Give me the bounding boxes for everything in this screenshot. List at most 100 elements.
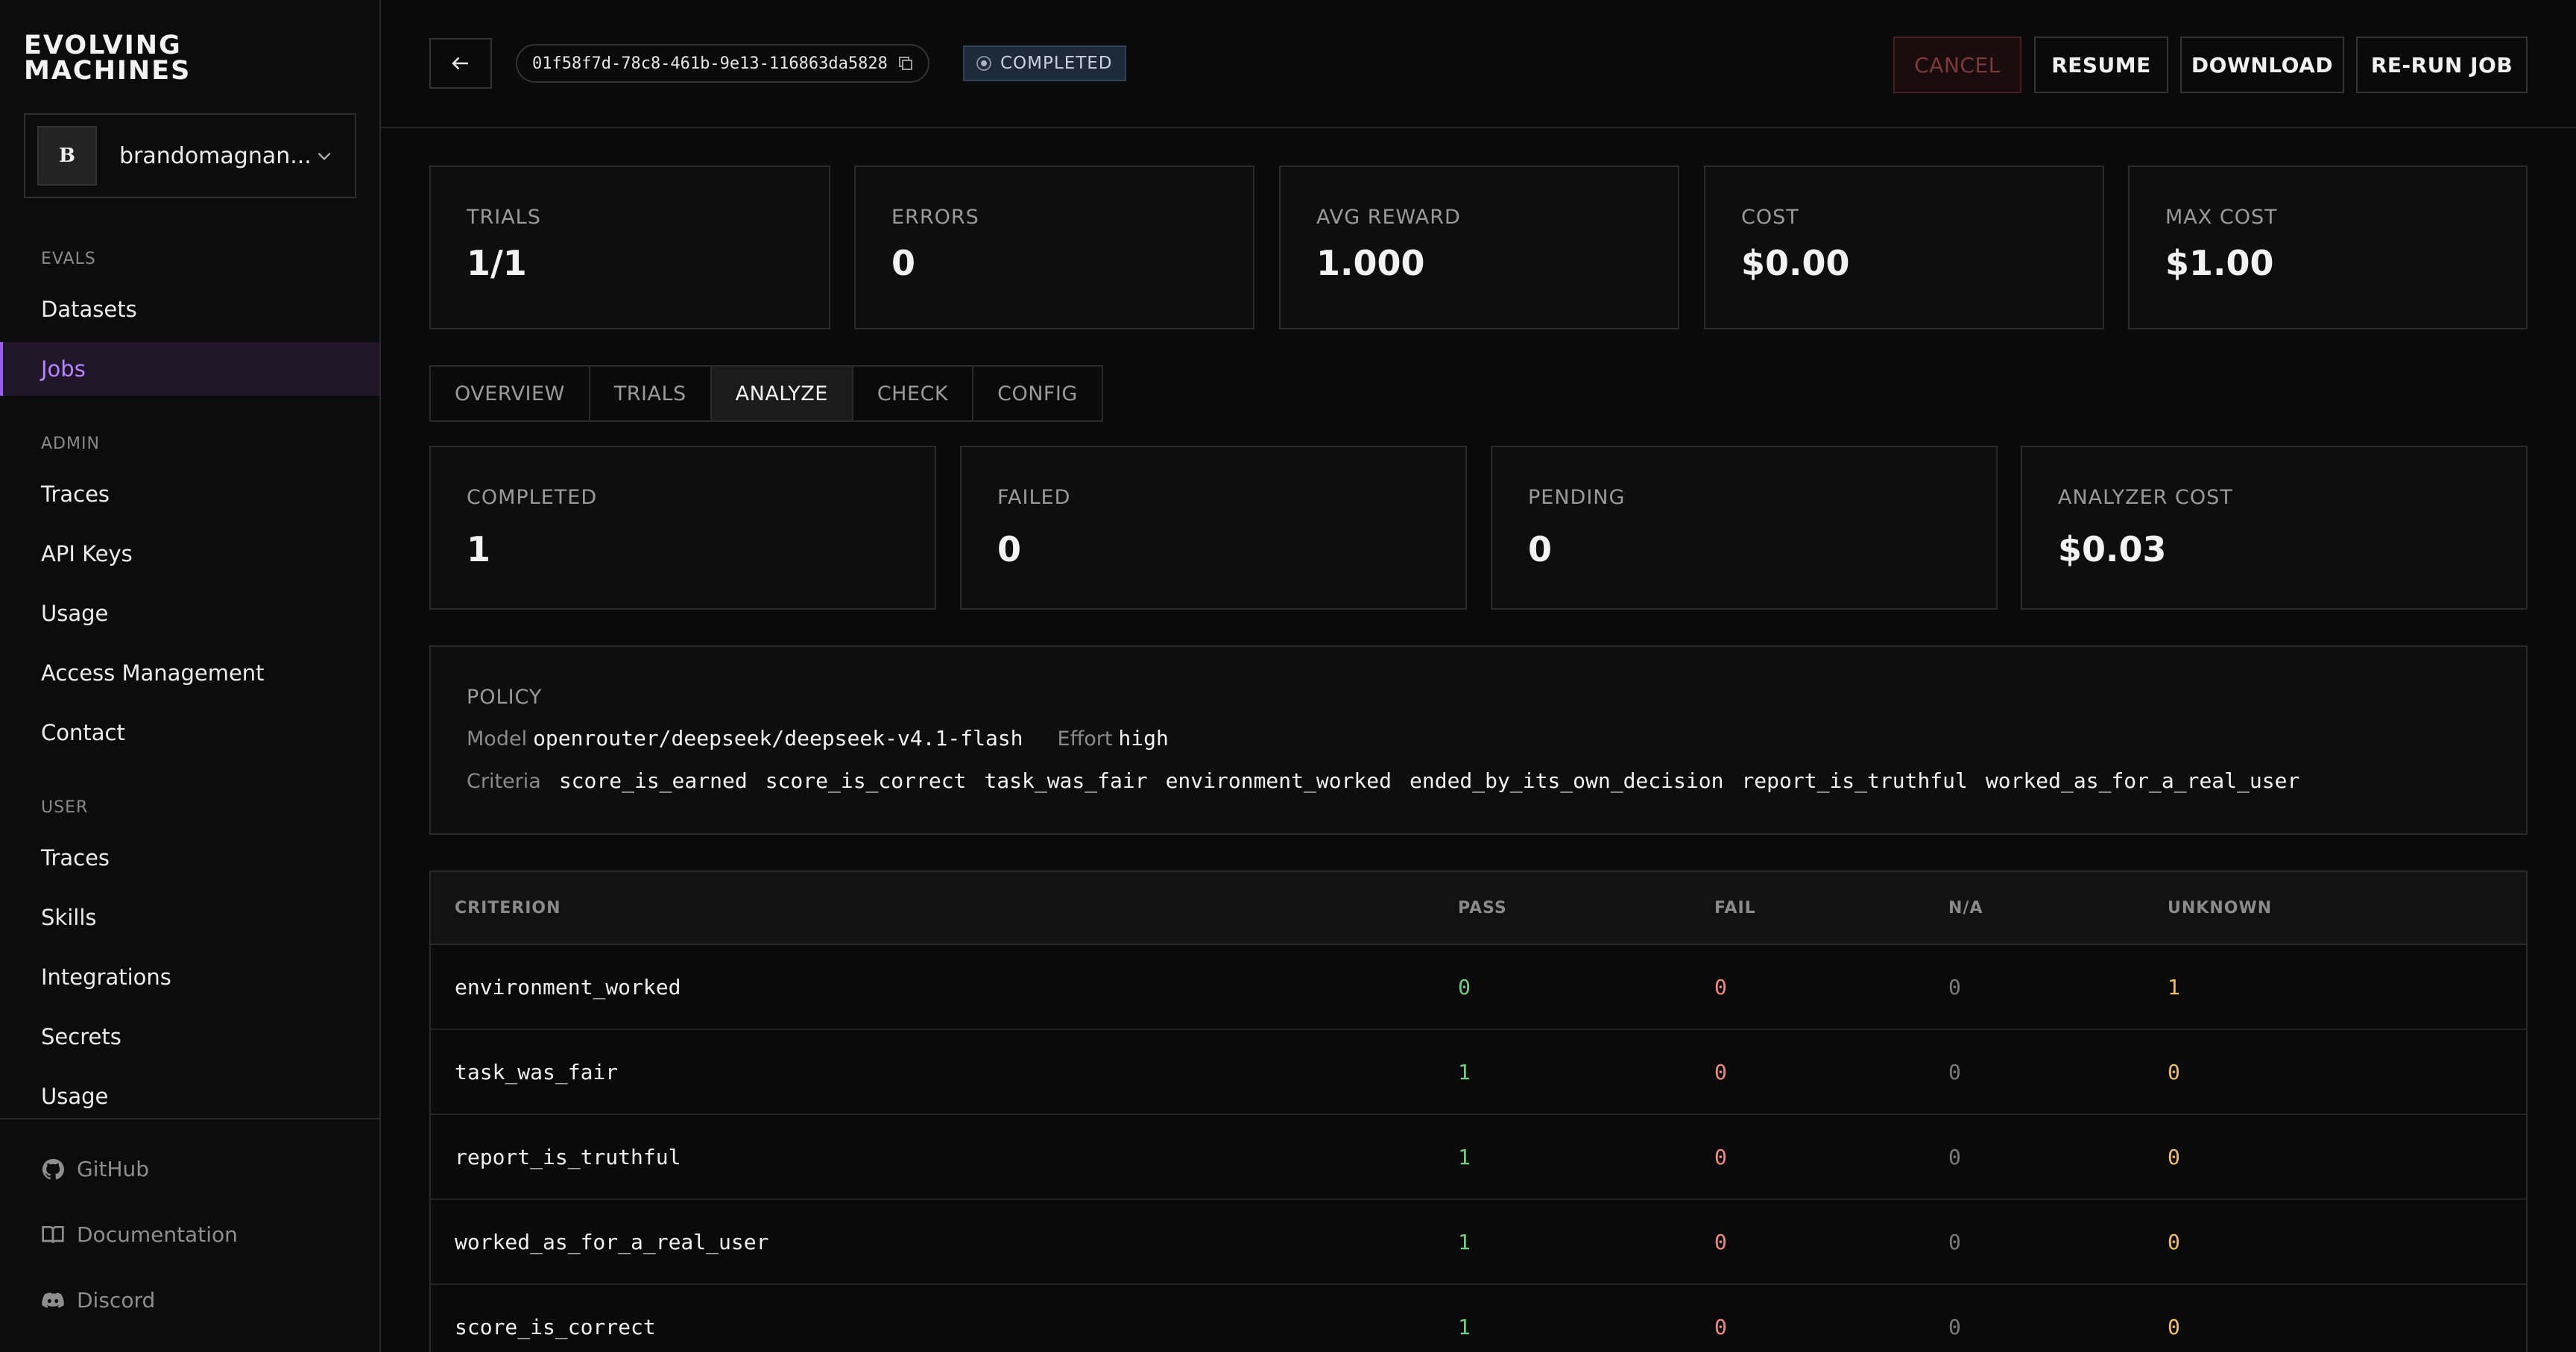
stat-value: 1.000 [1316,243,1425,283]
unknown-cell: 0 [2168,1230,2180,1254]
footer-label-github: GitHub [77,1157,150,1181]
status-dot-icon [976,56,991,71]
job-id-text: 01f58f7d-78c8-461b-9e13-116863da5828 [532,54,888,73]
stat-card-trials: TRIALS 1/1 [429,165,830,329]
analyze-value: $0.03 [2058,529,2167,569]
fail-cell: 0 [1714,1315,1727,1339]
unknown-cell: 0 [2168,1315,2180,1339]
footer-link-github[interactable]: GitHub [41,1157,149,1181]
pass-cell: 0 [1458,975,1471,999]
copy-icon[interactable] [897,54,915,72]
analyze-card-failed: FAILED 0 [960,446,1467,610]
sidebar-item-user-usage[interactable]: Usage [0,1070,379,1123]
column-header-pass[interactable]: PASS [1458,899,1507,917]
sidebar-item-skills[interactable]: Skills [0,891,379,944]
back-button[interactable] [429,38,492,89]
policy-title: POLICY [467,686,543,709]
unknown-cell: 0 [2168,1145,2180,1169]
tab-trials[interactable]: TRIALS [590,367,712,420]
sidebar-item-admin-usage[interactable]: Usage [0,587,379,640]
github-icon [42,1158,64,1179]
policy-model-row: Model openrouter/deepseek/deepseek-v4.1-… [467,726,1203,751]
status-badge: COMPLETED [963,45,1126,81]
section-label-admin: ADMIN [41,435,100,453]
download-button[interactable]: DOWNLOAD [2180,37,2344,93]
criterion-cell: score_is_correct [455,1315,656,1339]
section-label-evals: EVALS [41,250,96,268]
stat-card-avg-reward: AVG REWARD 1.000 [1279,165,1679,329]
criterion-tag: report_is_truthful [1741,768,1968,793]
pass-cell: 1 [1458,1060,1471,1084]
analyze-label: COMPLETED [467,486,598,509]
sidebar-item-access-management[interactable]: Access Management [0,646,379,700]
stat-value: $0.00 [1741,243,1850,283]
footer-label-discord: Discord [77,1288,156,1312]
sidebar-item-datasets[interactable]: Datasets [0,282,379,336]
job-tabs: OVERVIEW TRIALS ANALYZE CHECK CONFIG [429,365,1103,422]
analyze-value: 0 [997,529,1022,569]
sidebar-item-api-keys[interactable]: API Keys [0,527,379,581]
criterion-cell: report_is_truthful [455,1145,681,1169]
tab-check[interactable]: CHECK [853,367,974,420]
footer-link-discord[interactable]: Discord [41,1288,155,1312]
analyze-value: 1 [467,529,491,569]
table-row[interactable]: score_is_correct 1 0 0 0 [431,1285,2526,1352]
table-row[interactable]: environment_worked 0 0 0 1 [431,945,2526,1030]
tab-config[interactable]: CONFIG [973,367,1102,420]
job-id-chip[interactable]: 01f58f7d-78c8-461b-9e13-116863da5828 [516,44,929,83]
analyze-label: ANALYZER COST [2058,486,2233,509]
chevron-down-icon [318,152,331,160]
criterion-tag: worked_as_for_a_real_user [1985,768,2300,793]
stat-label: MAX COST [2165,206,2278,229]
column-header-na[interactable]: N/A [1948,899,1983,917]
policy-criteria-row: Criteria score_is_earned score_is_correc… [467,768,2305,793]
na-cell: 0 [1948,1060,1961,1084]
criterion-tag: environment_worked [1165,768,1392,793]
table-row[interactable]: task_was_fair 1 0 0 0 [431,1030,2526,1115]
sidebar: EVOLVING MACHINES B brandomagnan... EVAL… [0,0,381,1352]
sidebar-item-jobs[interactable]: Jobs [0,342,379,396]
section-label-user: USER [41,798,89,817]
app-logo[interactable]: EVOLVING MACHINES [24,33,191,84]
sidebar-item-secrets[interactable]: Secrets [0,1010,379,1064]
model-value: openrouter/deepseek/deepseek-v4.1-flash [533,726,1023,751]
column-header-unknown[interactable]: UNKNOWN [2168,899,2272,917]
stat-card-max-cost: MAX COST $1.00 [2128,165,2528,329]
sidebar-item-integrations[interactable]: Integrations [0,950,379,1004]
policy-panel: POLICY Model openrouter/deepseek/deepsee… [429,645,2528,835]
analyze-card-pending: PENDING 0 [1491,446,1998,610]
na-cell: 0 [1948,1145,1961,1169]
arrow-left-icon [452,57,468,70]
footer-label-documentation: Documentation [77,1222,238,1247]
sidebar-item-admin-traces[interactable]: Traces [0,467,379,521]
cancel-button[interactable]: CANCEL [1893,37,2021,93]
pass-cell: 1 [1458,1315,1471,1339]
sidebar-item-user-traces[interactable]: Traces [0,831,379,885]
fail-cell: 0 [1714,975,1727,999]
criterion-tag: score_is_correct [765,768,967,793]
fail-cell: 0 [1714,1145,1727,1169]
table-header: CRITERION PASS FAIL N/A UNKNOWN [431,872,2526,945]
stat-value: $1.00 [2165,243,2274,283]
criterion-tag: ended_by_its_own_decision [1409,768,1724,793]
na-cell: 0 [1948,975,1961,999]
stat-card-cost: COST $0.00 [1704,165,2104,329]
model-label: Model [467,727,528,751]
resume-button[interactable]: RESUME [2034,37,2168,93]
org-avatar: B [37,126,97,186]
tab-analyze[interactable]: ANALYZE [711,367,853,420]
criterion-cell: environment_worked [455,975,681,999]
table-row[interactable]: worked_as_for_a_real_user 1 0 0 0 [431,1200,2526,1285]
footer-link-documentation[interactable]: Documentation [41,1222,238,1247]
table-row[interactable]: report_is_truthful 1 0 0 0 [431,1115,2526,1200]
rerun-job-button[interactable]: RE-RUN JOB [2356,37,2528,93]
stat-label: AVG REWARD [1316,206,1461,229]
stat-label: COST [1741,206,1799,229]
sidebar-divider [0,1118,379,1119]
org-switcher[interactable]: B brandomagnan... [24,113,356,198]
unknown-cell: 1 [2168,975,2180,999]
column-header-fail[interactable]: FAIL [1714,899,1756,917]
column-header-criterion[interactable]: CRITERION [455,899,561,917]
tab-overview[interactable]: OVERVIEW [431,367,590,420]
sidebar-item-contact[interactable]: Contact [0,706,379,759]
